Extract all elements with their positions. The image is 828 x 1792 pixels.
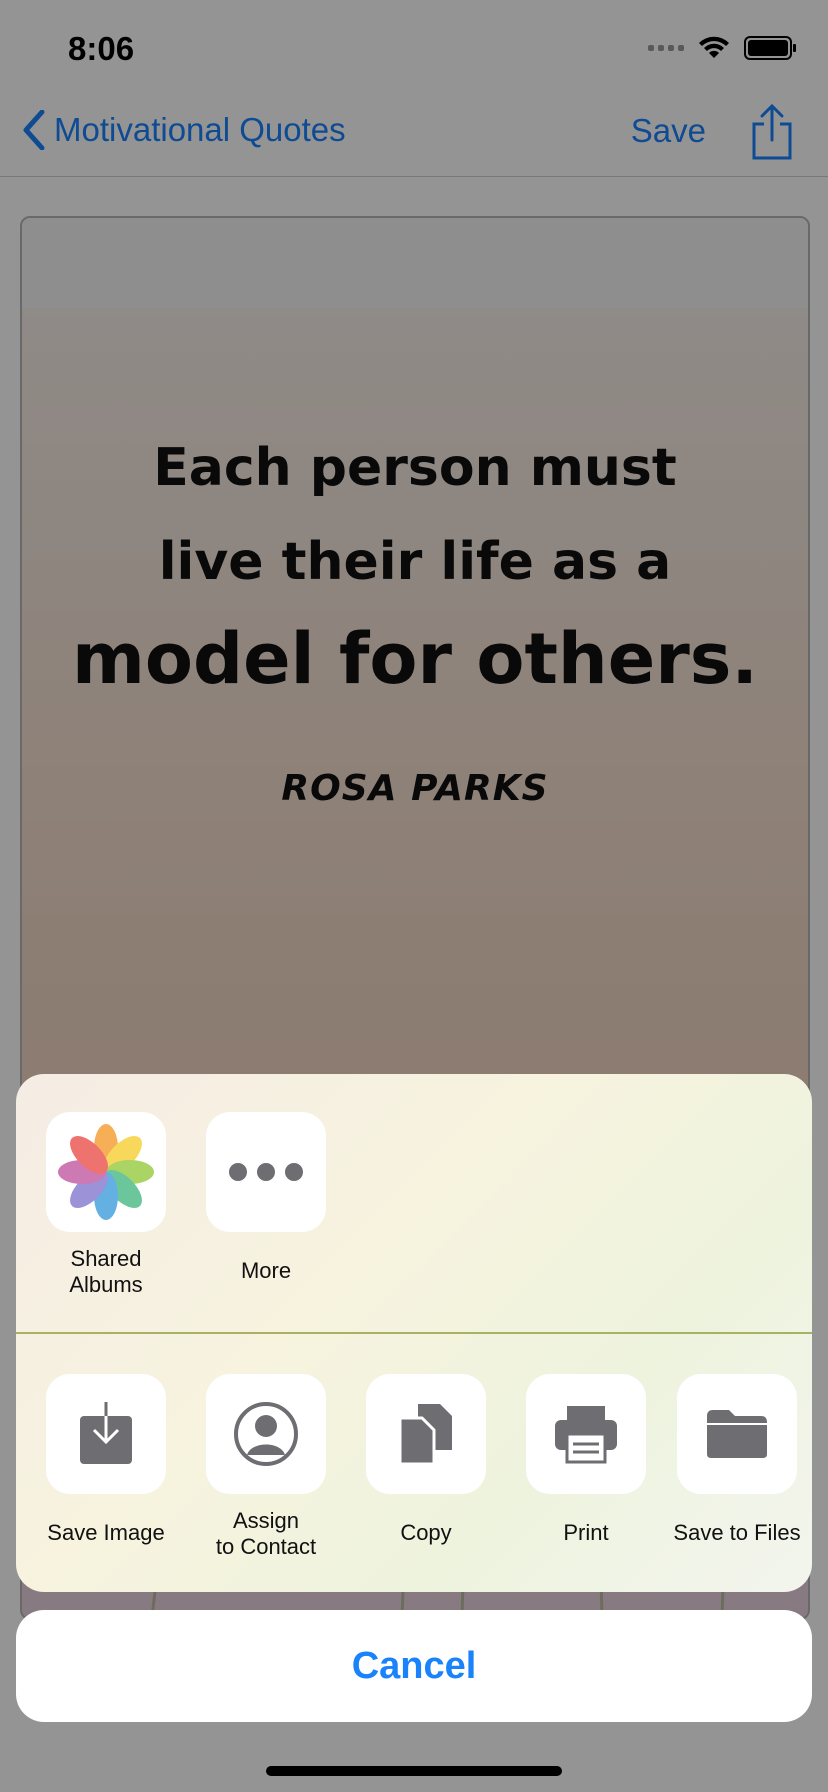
action-save-image[interactable]: Save Image xyxy=(31,1374,181,1546)
action-label: Save to Files xyxy=(673,1520,801,1545)
share-app-label: More xyxy=(240,1258,292,1283)
copy-icon xyxy=(398,1404,452,1466)
action-label: Save Image xyxy=(47,1520,165,1545)
share-app-label: Shared Albums xyxy=(69,1246,143,1297)
share-sheet: Shared Albums More Save Image Assign to … xyxy=(16,1074,812,1592)
cancel-button[interactable]: Cancel xyxy=(16,1610,812,1722)
action-save-to-files[interactable]: Save to Files xyxy=(662,1374,812,1546)
action-assign-to-contact[interactable]: Assign to Contact xyxy=(191,1374,341,1560)
action-copy[interactable]: Copy xyxy=(351,1374,501,1546)
action-label: Print xyxy=(563,1520,609,1545)
print-icon xyxy=(555,1406,617,1464)
sheet-divider xyxy=(16,1332,812,1334)
action-label: Assign to Contact xyxy=(215,1508,317,1559)
home-indicator[interactable] xyxy=(266,1766,562,1776)
folder-icon xyxy=(707,1410,767,1458)
contact-icon xyxy=(234,1402,298,1466)
more-icon xyxy=(229,1163,303,1181)
save-image-icon xyxy=(80,1402,132,1464)
share-app-shared-albums[interactable]: Shared Albums xyxy=(44,1112,168,1298)
share-app-more[interactable]: More xyxy=(204,1112,328,1284)
photos-icon xyxy=(58,1124,154,1220)
action-label: Copy xyxy=(400,1520,452,1545)
action-print[interactable]: Print xyxy=(511,1374,661,1546)
